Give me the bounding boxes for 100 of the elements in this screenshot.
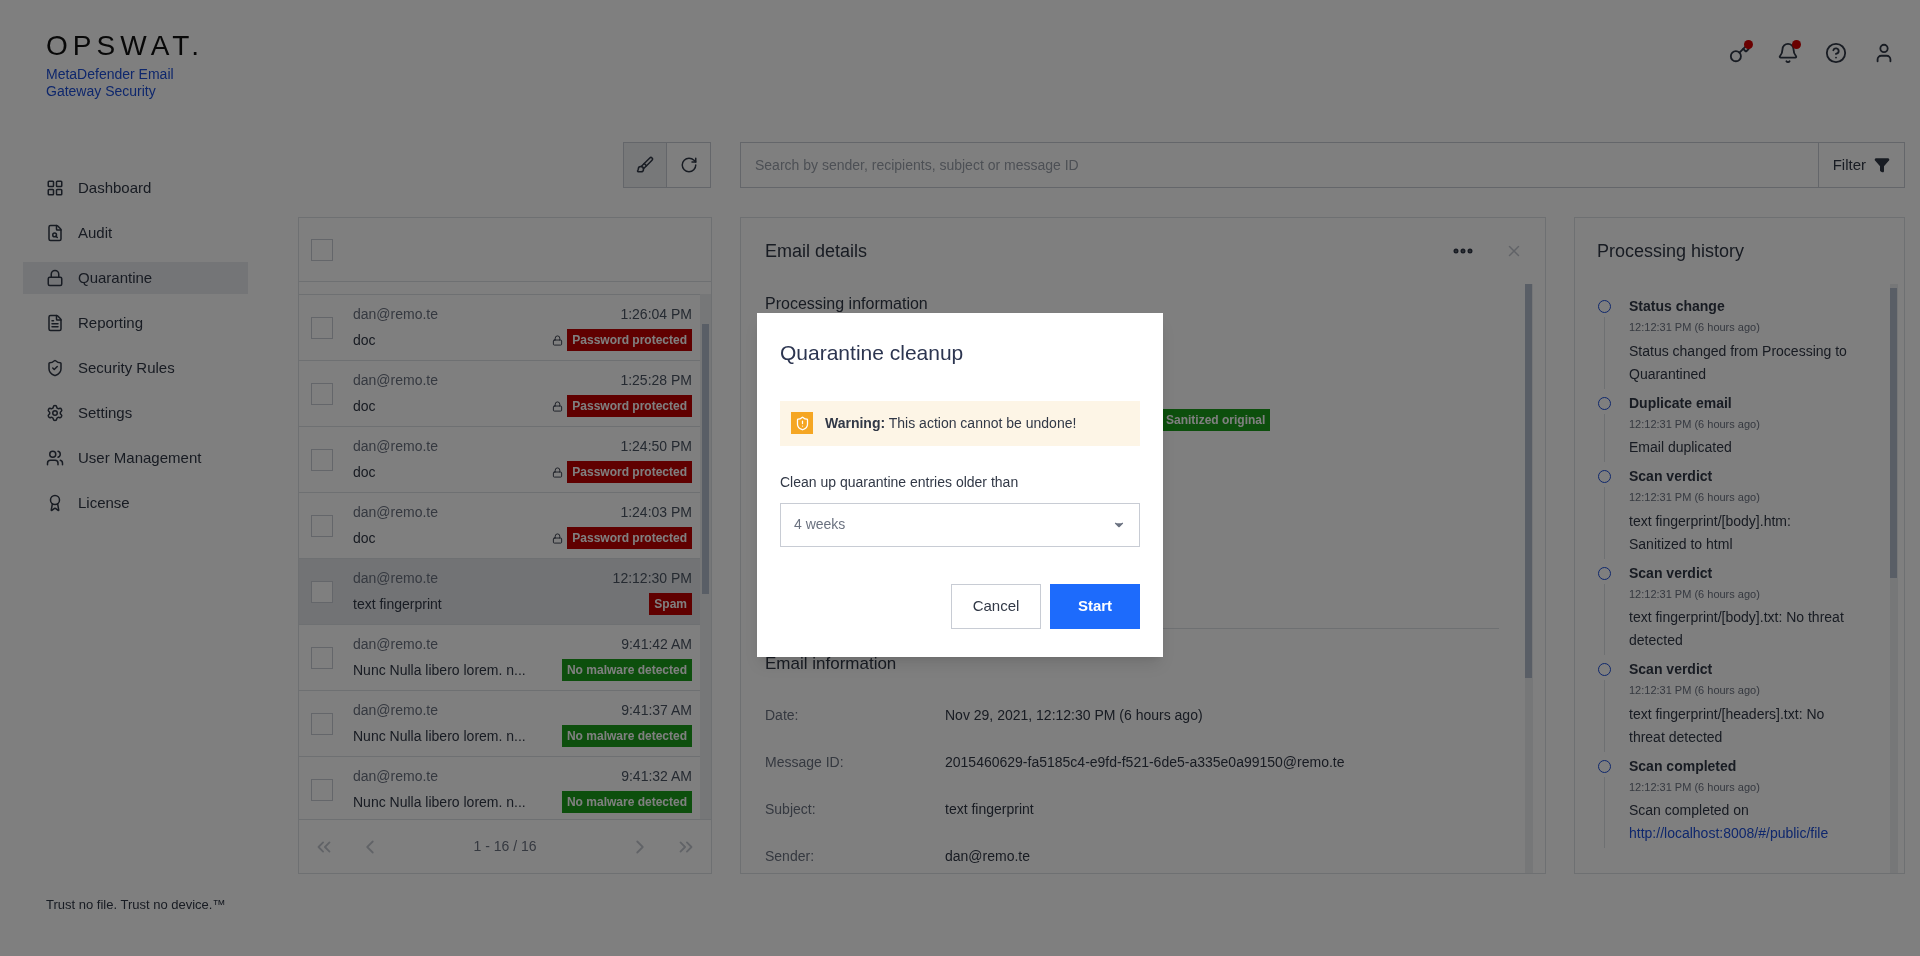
status-tag: Password protected [567,527,692,549]
audit-icon [46,224,64,242]
sender: dan@remo.te [353,701,439,720]
time: 12:12:30 PM [612,569,692,588]
event-title: Scan completed [1629,756,1738,776]
status-tag: Spam [649,593,692,615]
event-title: Scan verdict [1629,563,1714,583]
section-heading: Processing information [765,294,929,314]
bell-icon[interactable] [1777,42,1799,64]
subject: Nunc Nulla libero lorem. n... [353,792,526,812]
sender: dan@remo.te [353,437,439,456]
sender: dan@remo.te [353,371,439,390]
shield-check-icon [46,359,64,377]
field-value: Nov 29, 2021, 12:12:30 PM (6 hours ago) [945,705,1203,725]
sidebar-item[interactable]: License [23,487,248,519]
scrollbar-thumb[interactable] [1525,284,1532,678]
cancel-button[interactable]: Cancel [951,583,1041,629]
email-row[interactable]: dan@remo.te 1:24:50 PM doc Password protected [299,426,700,492]
logo: OPSWAT. [46,32,206,60]
scrollbar-thumb[interactable] [702,324,709,594]
email-row[interactable]: dan@remo.te 12:12:30 PM text fingerprint Spam [299,558,700,624]
event-time: 12:12:31 PM (6 hours ago) [1629,320,1761,335]
checkbox[interactable] [311,646,333,669]
checkbox[interactable] [311,448,333,471]
subject: Nunc Nulla libero lorem. n... [353,726,526,746]
sidebar-item[interactable]: Reporting [23,307,248,339]
sidebar-item[interactable]: Audit [23,217,248,249]
event-time: 12:12:31 PM (6 hours ago) [1629,683,1761,698]
event-time: 12:12:31 PM (6 hours ago) [1629,586,1761,602]
email-row[interactable]: dan@remo.te 1:26:04 PM doc Password protected [299,294,700,360]
subject: doc [353,396,376,416]
sidebar-item[interactable]: User Management [23,442,248,474]
event-time: 12:12:31 PM (6 hours ago) [1629,490,1761,505]
field-label: Date: [765,705,800,725]
sidebar-item[interactable]: Dashboard [23,172,248,204]
event-text: text fingerprint/[headers].txt: No threat detected [1629,704,1826,747]
footer-text: Trust no file. Trust no device.™ [45,895,227,914]
status-tag: Sanitized original [1161,409,1271,431]
checkbox[interactable] [311,382,333,405]
sender: dan@remo.te [353,305,439,324]
filter-icon [1874,157,1890,173]
warning-text: Warning: This action cannot be undone! [825,413,1077,433]
event-text: text fingerprint/[body].htm: Sanitized to html [1629,511,1792,554]
event-text: text fingerprint/[body].txt: No threat detected [1629,608,1845,650]
status-tag: Password protected [567,329,692,351]
cleanup-button[interactable] [623,142,667,188]
start-button[interactable]: Start [1050,583,1140,629]
event-text: Scan completed on [1629,801,1750,820]
checkbox[interactable] [311,316,333,339]
status-tag: Password protected [567,461,692,483]
subject: doc [353,528,376,548]
checkbox[interactable] [311,580,333,603]
email-row[interactable]: dan@remo.te 9:41:32 AM Nunc Nulla libero lorem. n... No malware detected [299,756,700,819]
event-text: Status changed from Processing to Quarantined [1629,341,1848,384]
sender: dan@remo.te [353,503,439,522]
event-title: Status change [1629,297,1726,316]
checkbox[interactable] [311,712,333,735]
period-select[interactable]: 4 weeks [780,502,1140,547]
email-row[interactable]: dan@remo.te 9:41:42 AM Nunc Nulla libero lorem. n... No malware detected [299,624,700,690]
scrollbar-thumb[interactable] [1890,288,1897,578]
help-icon[interactable] [1825,42,1847,64]
dashboard-icon [46,179,64,197]
status-tag: No malware detected [561,791,692,813]
lock-icon [46,269,64,287]
subject: doc [353,462,376,482]
field-label: Message ID: [765,752,845,772]
time: 9:41:42 AM [621,635,692,654]
event-time: 12:12:31 PM (6 hours ago) [1629,779,1761,795]
field-label: Clean up quarantine entries older than [780,472,1020,492]
field-value: 2015460629-fa5185c4-e9fd-f521-6de5-a335e0a99150@remo.te [945,752,1345,772]
event-title: Scan verdict [1629,660,1714,679]
checkbox[interactable] [311,238,333,261]
sidebar-item[interactable]: Settings [23,397,248,429]
sender: dan@remo.te [353,635,439,654]
filter-button[interactable]: Filter [1817,143,1904,187]
refresh-icon [679,156,698,174]
checkbox[interactable] [311,514,333,537]
panel-title: Email details [765,239,869,263]
sidebar-item[interactable]: Security Rules [23,352,248,384]
sidebar-item[interactable]: Quarantine [23,262,248,294]
document-icon [46,314,64,332]
settings-icon [46,404,64,422]
status-tag: No malware detected [561,659,692,681]
email-row[interactable]: dan@remo.te 9:41:37 AM Nunc Nulla libero lorem. n... No malware detected [299,690,700,756]
subject: text fingerprint [353,594,442,614]
email-row[interactable]: dan@remo.te 1:25:28 PM doc Password protected [299,360,700,426]
refresh-button[interactable] [667,142,711,188]
time: 1:26:04 PM [620,305,692,324]
product-name: MetaDefender Email Gateway Security [46,66,175,100]
time: 1:24:03 PM [620,503,692,522]
status-tag: Password protected [567,395,692,417]
field-label: Subject: [765,799,817,819]
checkbox[interactable] [311,778,333,801]
field-value: text fingerprint [945,799,1034,819]
sender: dan@remo.te [353,767,439,786]
link[interactable]: http://localhost:8008/#/public/file [1629,822,1851,845]
dialog-title: Quarantine cleanup [780,340,965,366]
page-count: 1 - 16 / 16 [473,837,537,856]
subject: doc [353,330,376,350]
users-icon [46,449,64,467]
